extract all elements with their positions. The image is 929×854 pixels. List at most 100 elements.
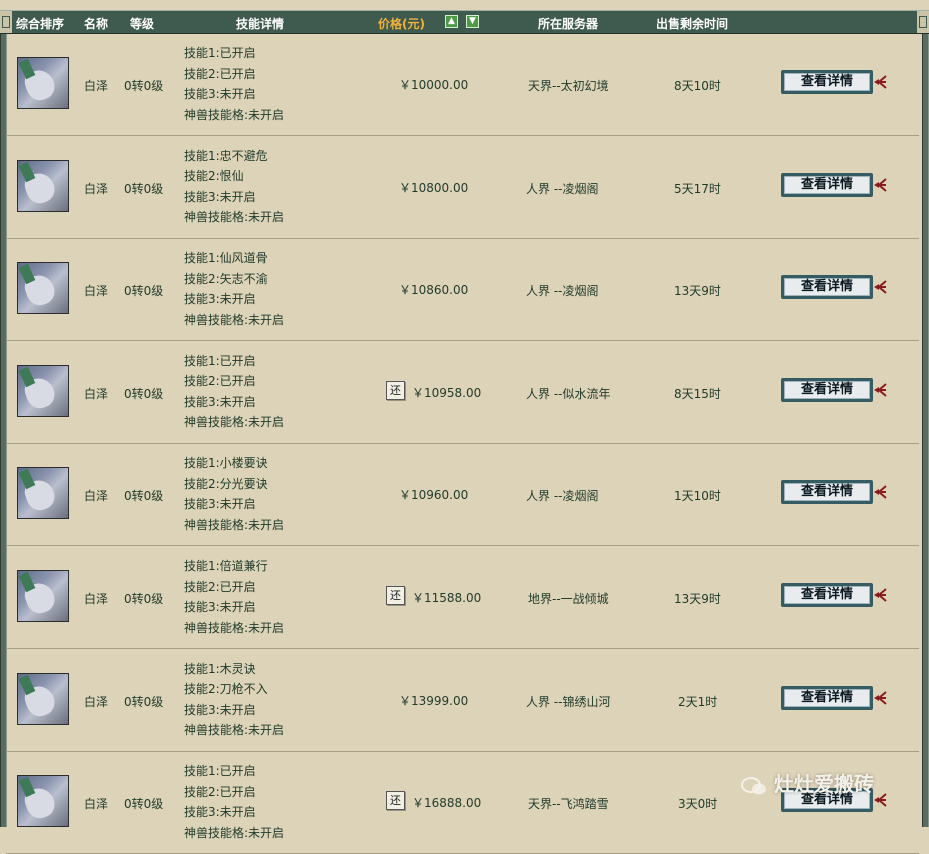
pet-level: 0转0级 — [124, 592, 164, 606]
skill-3: 技能3:未开启 — [184, 87, 256, 101]
server: 天界--飞鸿踏雪 — [528, 797, 609, 812]
server: 天界--太初幻境 — [528, 79, 609, 93]
server: 人界 --似水流年 — [526, 386, 611, 401]
header-time-left: 出售剩余时间 — [656, 17, 729, 31]
table-row: 白泽 0转0级 技能1:木灵诀 技能2:刀枪不入 技能3:未开启 神兽技能格:未… — [6, 649, 919, 752]
skill-1: 技能1:已开启 — [184, 46, 256, 60]
view-details-button[interactable]: 查看详情 — [781, 685, 873, 710]
skill-1: 技能1:已开启 — [184, 764, 256, 779]
pet-name: 白泽 — [84, 79, 109, 93]
skill-1: 技能1:小楼要诀 — [184, 456, 268, 471]
tassel-icon — [874, 75, 887, 89]
server: 人界 --锦绣山河 — [526, 694, 611, 709]
view-details-button[interactable]: 查看详情 — [781, 480, 873, 505]
time-left: 2天1时 — [678, 694, 718, 709]
price: ￥11588.00 — [412, 591, 482, 605]
skill-3: 技能3:未开启 — [184, 189, 256, 204]
pet-level: 0转0级 — [124, 386, 164, 401]
watermark: 灶灶爱搬砖 — [740, 768, 874, 797]
header-skills: 技能详情 — [236, 17, 285, 31]
table-row: 白泽 0转0级 技能1:已开启 技能2:已开启 技能3:未开启 神兽技能格:未开… — [6, 33, 919, 136]
frame-right-border — [922, 28, 929, 827]
market-frame: 综合排序 名称 等级 技能详情 价格(元) ▲ ▼ 所在服务器 出售剩余时间 白… — [0, 0, 929, 854]
pet-avatar[interactable] — [17, 467, 69, 520]
table-row: 白泽 0转0级 技能1:倍道兼行 技能2:已开启 技能3:未开启 神兽技能格:未… — [6, 546, 919, 649]
time-left: 5天17时 — [674, 181, 721, 196]
refund-icon[interactable]: 还 — [386, 586, 405, 605]
time-left: 1天10时 — [674, 489, 721, 504]
skill-2: 技能2:已开启 — [184, 374, 256, 389]
skill-list: 技能1:已开启 技能2:已开启 技能3:未开启 神兽技能格:未开启 — [184, 761, 284, 843]
skill-3: 技能3:未开启 — [184, 292, 256, 307]
beast-skill-slot: 神兽技能格:未开启 — [184, 210, 285, 225]
server: 地界--一战倾城 — [528, 592, 609, 606]
skill-list: 技能1:已开启 技能2:已开启 技能3:未开启 神兽技能格:未开启 — [184, 351, 284, 433]
header-level: 等级 — [130, 17, 155, 31]
pet-avatar[interactable] — [17, 159, 69, 212]
pet-level: 0转0级 — [124, 181, 164, 196]
view-details-button[interactable]: 查看详情 — [781, 70, 873, 94]
tassel-icon — [874, 588, 887, 602]
view-details-button[interactable]: 查看详情 — [781, 377, 873, 402]
skill-1: 技能1:木灵诀 — [184, 661, 256, 676]
beast-skill-slot: 神兽技能格:未开启 — [184, 825, 285, 840]
skill-list: 技能1:仙风道骨 技能2:矢志不渝 技能3:未开启 神兽技能格:未开启 — [184, 248, 284, 330]
pet-name: 白泽 — [84, 284, 109, 299]
table-row: 白泽 0转0级 技能1:已开启 技能2:已开启 技能3:未开启 神兽技能格:未开… — [6, 751, 919, 854]
price: ￥13999.00 — [399, 693, 469, 708]
skill-3: 技能3:未开启 — [184, 702, 256, 717]
header-server: 所在服务器 — [538, 17, 599, 31]
pet-avatar[interactable] — [17, 57, 69, 109]
sort-ascending-icon[interactable]: ▲ — [445, 15, 458, 28]
header-name: 名称 — [84, 17, 109, 31]
refund-icon[interactable]: 还 — [386, 791, 405, 811]
view-details-button[interactable]: 查看详情 — [781, 583, 873, 607]
skill-2: 技能2:矢志不渝 — [184, 271, 268, 286]
skill-3: 技能3:未开启 — [184, 497, 256, 512]
tassel-icon — [874, 280, 887, 294]
header-price[interactable]: 价格(元) — [378, 15, 425, 32]
skill-3: 技能3:未开启 — [184, 805, 256, 820]
pet-avatar[interactable] — [17, 262, 69, 315]
refund-icon[interactable]: 还 — [386, 380, 405, 400]
pet-avatar[interactable] — [17, 364, 69, 417]
pet-avatar[interactable] — [17, 775, 69, 828]
pet-avatar[interactable] — [17, 672, 69, 725]
pet-name: 白泽 — [84, 592, 109, 606]
table-row: 白泽 0转0级 技能1:小楼要诀 技能2:分光要诀 技能3:未开启 神兽技能格:… — [6, 443, 919, 547]
beast-skill-slot: 神兽技能格:未开启 — [184, 620, 285, 635]
beast-skill-slot: 神兽技能格:未开启 — [184, 517, 285, 532]
header-rank[interactable]: 综合排序 — [16, 15, 64, 32]
view-details-button[interactable]: 查看详情 — [781, 172, 873, 197]
skill-list: 技能1:木灵诀 技能2:刀枪不入 技能3:未开启 神兽技能格:未开启 — [184, 659, 284, 741]
skill-list: 技能1:小楼要诀 技能2:分光要诀 技能3:未开启 神兽技能格:未开启 — [184, 453, 284, 535]
table-row: 白泽 0转0级 技能1:仙风道骨 技能2:矢志不渝 技能3:未开启 神兽技能格:… — [6, 238, 919, 342]
time-left: 8天10时 — [674, 79, 721, 93]
skill-1: 技能1:已开启 — [184, 353, 256, 368]
skill-2: 技能2:刀枪不入 — [184, 682, 268, 697]
pet-name: 白泽 — [84, 694, 109, 709]
pet-level: 0转0级 — [124, 797, 164, 812]
skill-3: 技能3:未开启 — [184, 394, 256, 409]
skill-2: 技能2:恨仙 — [184, 169, 244, 184]
skill-2: 技能2:已开启 — [184, 579, 256, 594]
skill-1: 技能1:倍道兼行 — [184, 559, 268, 573]
pet-name: 白泽 — [84, 797, 109, 812]
pet-level: 0转0级 — [124, 284, 164, 299]
pet-level: 0转0级 — [124, 489, 164, 504]
wechat-icon — [741, 776, 766, 794]
header-corner-ornament — [917, 11, 929, 33]
pet-name: 白泽 — [84, 181, 109, 196]
beast-skill-slot: 神兽技能格:未开启 — [184, 415, 285, 430]
pet-name: 白泽 — [84, 386, 109, 401]
sort-descending-icon[interactable]: ▼ — [466, 15, 479, 28]
table-row: 白泽 0转0级 技能1:忠不避危 技能2:恨仙 技能3:未开启 神兽技能格:未开… — [6, 136, 919, 239]
table-row: 白泽 0转0级 技能1:已开启 技能2:已开启 技能3:未开启 神兽技能格:未开… — [6, 341, 919, 444]
server: 人界 --凌烟阁 — [526, 181, 599, 196]
skill-2: 技能2:已开启 — [184, 784, 256, 799]
skill-list: 技能1:已开启 技能2:已开启 技能3:未开启 神兽技能格:未开启 — [184, 43, 284, 125]
skill-1: 技能1:忠不避危 — [184, 148, 268, 163]
view-details-button[interactable]: 查看详情 — [781, 275, 873, 300]
pet-level: 0转0级 — [124, 79, 164, 93]
pet-avatar[interactable] — [17, 570, 69, 622]
